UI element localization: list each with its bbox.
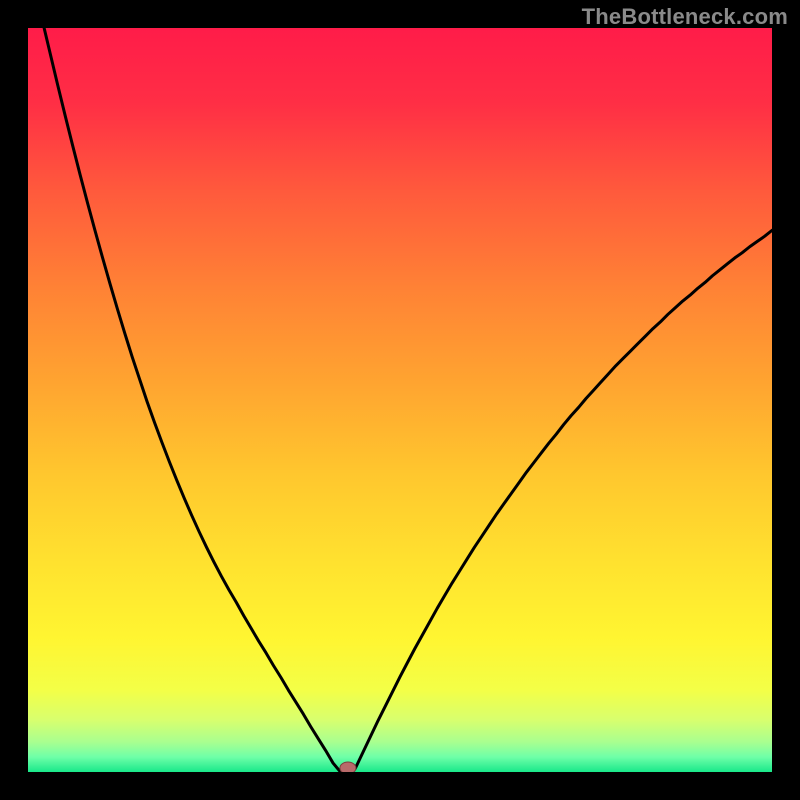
bottleneck-chart-svg xyxy=(28,28,772,772)
minimum-marker xyxy=(340,762,356,772)
background-gradient xyxy=(28,28,772,772)
chart-frame: { "watermark": "TheBottleneck.com", "cha… xyxy=(0,0,800,800)
watermark-text: TheBottleneck.com xyxy=(582,4,788,30)
plot-area xyxy=(28,28,772,772)
